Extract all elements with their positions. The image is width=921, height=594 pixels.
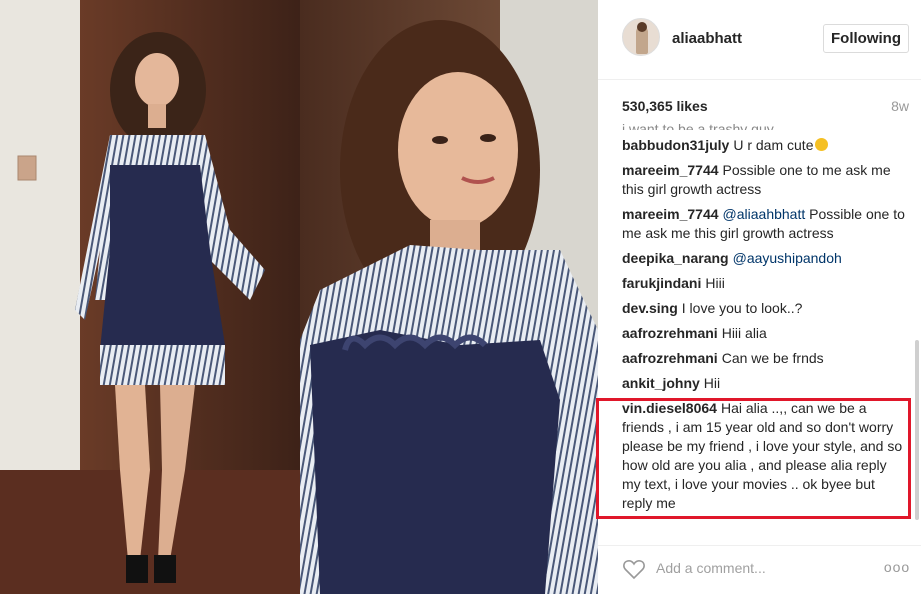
likes-row: 530,365 likes 8w [622,96,909,116]
comment-text: Hiii [705,275,725,291]
likes-count[interactable]: 530,365 likes [622,98,708,114]
comment-username[interactable]: mareeim_7744 [622,162,719,178]
comment-text: I love you to look..? [681,300,803,316]
comment-item: farukjindani Hiii [622,274,907,293]
comment-username[interactable]: dev.sing [622,300,678,316]
comment-item: aafrozrehmani Hiii alia [622,324,907,343]
comment-username[interactable]: ankit_johny [622,375,700,391]
post-photo-illustration [0,0,598,594]
comments-list[interactable]: i want to be a trashy guy babbudon31july… [622,120,907,525]
avatar-head [637,22,647,32]
comment-mention[interactable]: @aayushipandoh [733,250,842,266]
comment-item: babbudon31july U r dam cute [622,136,907,155]
avatar[interactable] [622,18,660,56]
comment-text: Hii [703,375,721,391]
comment-username[interactable]: farukjindani [622,275,701,291]
username-link[interactable]: aliaabhatt [672,30,742,47]
comment-footer: ooo [598,545,921,594]
post-time[interactable]: 8w [891,98,909,114]
comment-username[interactable]: aafrozrehmani [622,325,718,341]
comment-text: U r dam cute [733,137,814,153]
comment-text: Can we be frnds [721,350,824,366]
post-photo[interactable] [0,0,598,594]
comment-username[interactable]: deepika_narang [622,250,729,266]
comments-scrollbar[interactable] [915,340,919,520]
comment-username[interactable]: mareeim_7744 [622,206,719,222]
comment-item: aafrozrehmani Can we be frnds [622,349,907,368]
following-button[interactable]: Following [823,24,909,53]
comment-username[interactable]: vin.diesel8064 [622,400,717,416]
comment-mention[interactable]: @aliaahbhatt [723,206,806,222]
partial-comment: i want to be a trashy guy [622,121,774,130]
comment-item: mareeim_7744 @aliaahbhatt Possible one to… [622,205,907,243]
comment-username[interactable]: babbudon31july [622,137,729,153]
comment-text: Hiii alia [721,325,767,341]
blush-emoji [815,138,829,151]
heart-icon[interactable] [622,558,646,580]
post-header: aliaabhatt Following [598,0,921,80]
comment-username[interactable]: aafrozrehmani [622,350,718,366]
comment-item: deepika_narang @aayushipandoh [622,249,907,268]
add-comment-input[interactable] [656,557,866,579]
post-sidebar: aliaabhatt Following 530,365 likes 8w i … [598,0,921,594]
comment-item: dev.sing I love you to look..? [622,299,907,318]
comment-item: ankit_johny Hii [622,374,907,393]
comment-item-highlighted: vin.diesel8064 Hai alia ..,, can we be a … [622,399,907,513]
comment-text: Hai alia ..,, can we be a friends , i am… [622,400,903,511]
more-options-icon[interactable]: ooo [883,560,911,574]
comment-item: mareeim_7744 Possible one to me ask me th… [622,161,907,199]
